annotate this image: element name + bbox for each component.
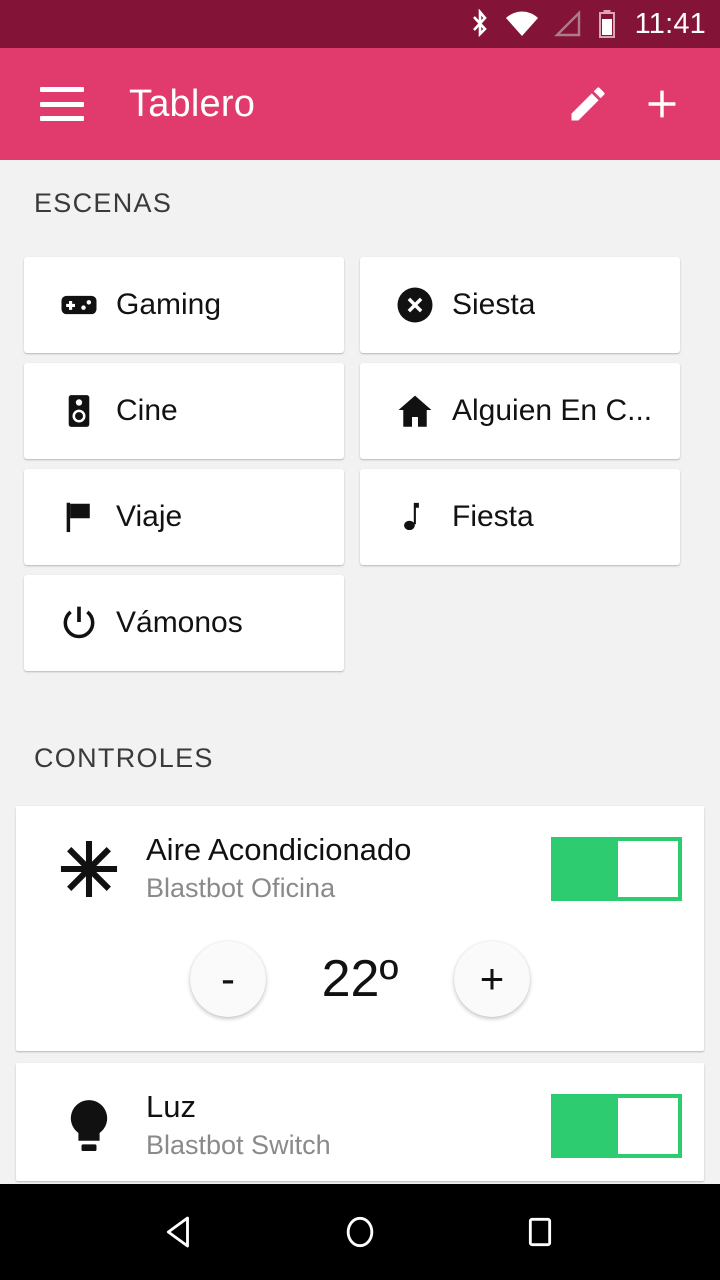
scene-label: Viaje xyxy=(116,500,183,533)
controls-section: CONTROLES Aire Acondicionado Blastbot Of… xyxy=(0,715,720,1181)
home-circle-icon[interactable] xyxy=(325,1197,395,1267)
toggle-switch-luz[interactable] xyxy=(551,1094,682,1159)
control-text-group: Luz Blastbot Switch xyxy=(146,1089,551,1162)
app-bar: Tablero xyxy=(0,48,720,160)
scene-card-vamonos[interactable]: Vámonos xyxy=(24,575,344,671)
temperature-value: 22º xyxy=(321,950,399,1009)
toggle-knob xyxy=(618,1098,678,1155)
scene-label: Cine xyxy=(116,394,178,427)
scene-card-siesta[interactable]: Siesta xyxy=(360,257,680,353)
control-header-row: Luz Blastbot Switch xyxy=(16,1063,704,1180)
plus-add-icon[interactable] xyxy=(632,74,692,134)
scene-card-fiesta[interactable]: Fiesta xyxy=(360,469,680,565)
temperature-decrease-button[interactable]: - xyxy=(190,941,266,1018)
battery-icon xyxy=(597,9,617,39)
snowflake-icon xyxy=(54,834,124,904)
control-subtitle: Blastbot Switch xyxy=(146,1130,331,1161)
home-icon xyxy=(394,390,436,432)
android-navigation-bar xyxy=(0,1184,720,1280)
toggle-switch-aire-acondicionado[interactable] xyxy=(551,836,682,901)
toggle-knob xyxy=(618,840,678,897)
control-subtitle: Blastbot Oficina xyxy=(146,872,336,903)
recents-square-icon[interactable] xyxy=(505,1197,575,1267)
pencil-edit-icon[interactable] xyxy=(558,74,618,134)
scene-label: Vámonos xyxy=(116,606,243,639)
scene-label: Siesta xyxy=(452,288,536,321)
gamepad-icon xyxy=(58,284,100,326)
wifi-icon xyxy=(505,10,539,38)
page-title: Tablero xyxy=(129,82,256,125)
scene-label: Alguien En C... xyxy=(452,394,653,427)
control-card-aire-acondicionado[interactable]: Aire Acondicionado Blastbot Oficina - 22… xyxy=(16,806,704,1052)
scene-card-viaje[interactable]: Viaje xyxy=(24,469,344,565)
control-card-luz[interactable]: Luz Blastbot Switch xyxy=(16,1063,704,1181)
scene-label: Fiesta xyxy=(452,500,534,533)
speaker-icon xyxy=(58,390,100,432)
power-icon xyxy=(58,602,100,644)
status-bar: 11:41 xyxy=(0,0,720,48)
status-time: 11:41 xyxy=(634,7,706,40)
scene-card-alguien-en-casa[interactable]: Alguien En C... xyxy=(360,363,680,459)
bluetooth-icon xyxy=(469,9,491,39)
temperature-stepper: - 22º + xyxy=(16,923,704,1051)
music-note-icon xyxy=(394,496,436,538)
scenes-grid: Gaming Siesta Cine Alguien En C... Viaje… xyxy=(0,257,720,681)
lightbulb-icon xyxy=(54,1091,124,1161)
flag-icon xyxy=(58,496,100,538)
control-text-group: Aire Acondicionado Blastbot Oficina xyxy=(146,832,551,905)
scene-card-cine[interactable]: Cine xyxy=(24,363,344,459)
x-circle-icon xyxy=(394,284,436,326)
cellular-signal-icon xyxy=(553,10,583,38)
temperature-increase-button[interactable]: + xyxy=(454,941,530,1018)
scenes-section-header: ESCENAS xyxy=(34,188,173,218)
controls-section-header: CONTROLES xyxy=(34,743,214,773)
hamburger-menu-icon[interactable] xyxy=(40,87,84,121)
scroll-content[interactable]: ESCENAS Gaming Siesta Cine Alguien En C.… xyxy=(0,160,720,1184)
scene-label: Gaming xyxy=(116,288,222,321)
control-name: Aire Acondicionado xyxy=(146,832,412,867)
scene-card-gaming[interactable]: Gaming xyxy=(24,257,344,353)
back-triangle-icon[interactable] xyxy=(145,1197,215,1267)
control-name: Luz xyxy=(146,1089,196,1125)
control-header-row: Aire Acondicionado Blastbot Oficina xyxy=(16,806,704,923)
